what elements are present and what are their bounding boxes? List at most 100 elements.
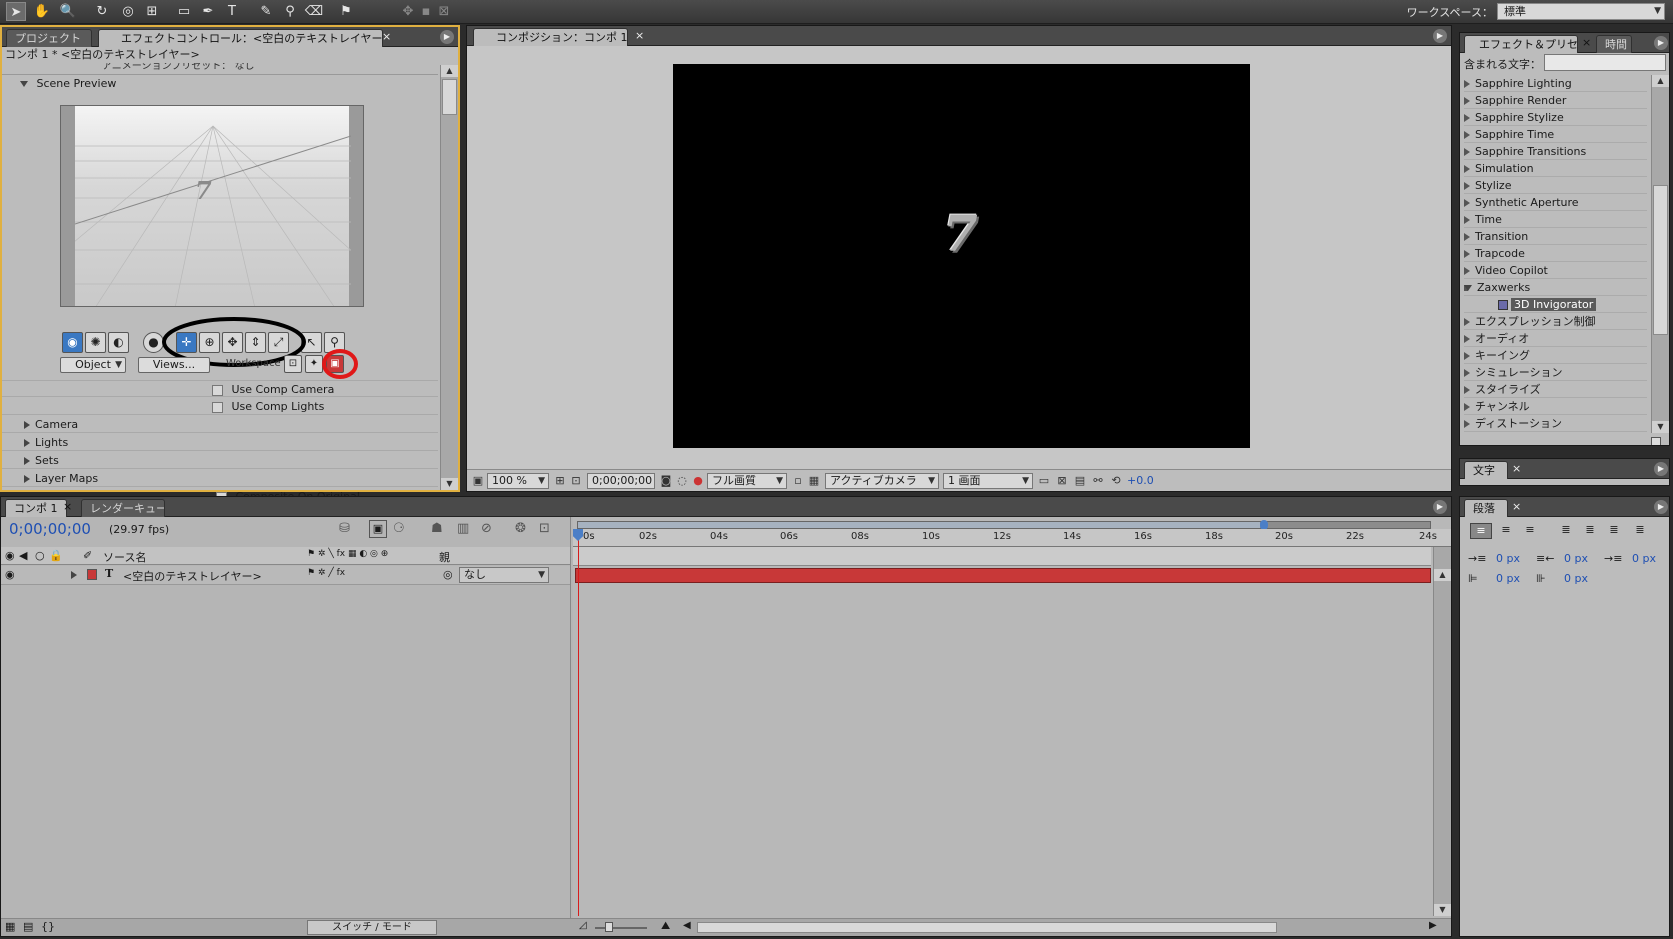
use-comp-camera-row[interactable]: Use Comp Camera — [2, 380, 438, 397]
zoom-slider-track[interactable] — [595, 922, 647, 932]
timeline-icon[interactable]: ▤ — [1073, 474, 1087, 488]
camera-mode-icon[interactable]: ◉ — [62, 332, 83, 353]
rectangle-tool-icon[interactable]: ▭ — [174, 2, 194, 21]
scroll-down-icon[interactable]: ▼ — [1434, 904, 1451, 916]
clone-stamp-icon[interactable]: ⚲ — [280, 2, 300, 21]
expand-triangle-icon[interactable] — [24, 421, 30, 429]
close-tab-icon[interactable]: × — [1582, 36, 1591, 49]
transparency-grid-icon[interactable]: ▦ — [807, 474, 821, 488]
exposure-value[interactable]: +0.0 — [1127, 474, 1154, 487]
selection-tool-icon[interactable]: ➤ — [6, 2, 26, 21]
reset-exposure-icon[interactable]: ⟲ — [1109, 474, 1123, 488]
brush-tool-icon[interactable]: ✎ — [256, 2, 276, 21]
collapse-triangle-icon[interactable] — [20, 81, 28, 87]
panel-menu-icon[interactable]: ▶ — [1433, 29, 1447, 43]
fx-folder-stylize-jp[interactable]: スタイライズ — [1464, 381, 1647, 398]
tab-render-queue[interactable]: レンダーキュー — [81, 499, 165, 517]
in-out-toggle-icon[interactable]: {} — [41, 920, 55, 933]
roi-icon[interactable]: ▫ — [791, 474, 805, 488]
scroll-right-icon[interactable]: ▶ — [1429, 920, 1437, 931]
close-tab-icon[interactable]: × — [1512, 500, 1521, 513]
comp-marker-row[interactable] — [573, 547, 1431, 566]
flowchart-icon[interactable]: ⚯ — [1091, 474, 1105, 488]
fx-folder-stylize[interactable]: Stylize — [1464, 177, 1647, 194]
panel-menu-icon[interactable]: ▶ — [1654, 462, 1668, 476]
show-snapshot-icon[interactable]: ◌ — [675, 474, 689, 488]
lock-toggle-icon[interactable]: 🔒 — [49, 549, 63, 562]
zoom-slider-thumb[interactable] — [605, 922, 613, 932]
fx-folder-channel[interactable]: チャンネル — [1464, 398, 1647, 415]
fx-folder-trapcode[interactable]: Trapcode — [1464, 245, 1647, 262]
fx-folder-sapphire-lighting[interactable]: Sapphire Lighting — [1464, 75, 1647, 92]
expand-triangle-icon[interactable] — [24, 457, 30, 465]
region-icon[interactable]: ⊡ — [569, 474, 583, 488]
quality-select[interactable]: フル画質 — [707, 473, 787, 489]
camera-select[interactable]: アクティブカメラ — [825, 473, 939, 489]
scene-preview-header[interactable]: Scene Preview — [20, 77, 116, 90]
layer-visibility-icon[interactable]: ◉ — [5, 568, 15, 581]
axis-mode-icon[interactable]: ✥ — [398, 2, 418, 21]
tab-character[interactable]: 文字 — [1464, 461, 1508, 479]
layer-switches-toggle-icon[interactable]: ▦ — [5, 920, 15, 933]
scroll-thumb[interactable] — [1653, 185, 1668, 335]
fast-previews-icon[interactable]: ⊠ — [1055, 474, 1069, 488]
work-area-bar[interactable] — [577, 520, 1431, 530]
current-time-display[interactable]: 0;00;00;00 — [587, 473, 655, 489]
fx-effect-3d-invigorator[interactable]: 3D Invigorator — [1464, 296, 1647, 313]
layer-row[interactable]: ◉ T <空白のテキストレイヤー> ⚑ ✲ ╱ fx ◎ なし — [1, 566, 570, 585]
scroll-thumb[interactable] — [442, 79, 457, 115]
layer-duration-bar[interactable] — [575, 568, 1431, 583]
pickwhip-icon[interactable]: ◎ — [443, 568, 453, 581]
views-select[interactable]: Views... — [138, 357, 210, 373]
audio-toggle-icon[interactable]: ◀ — [19, 549, 27, 562]
close-tab-icon[interactable]: × — [635, 29, 644, 42]
label-column-icon[interactable]: ✐ — [83, 549, 92, 562]
close-tab-icon[interactable]: × — [63, 500, 72, 513]
zoom-out-icon[interactable]: ◿ — [579, 920, 587, 931]
draft-3d-icon[interactable]: ⚆ — [393, 521, 405, 536]
tab-project[interactable]: プロジェクト — [6, 29, 92, 47]
close-tab-icon[interactable]: × — [1512, 462, 1521, 475]
panel-menu-icon[interactable]: ▶ — [1654, 500, 1668, 514]
resolution-icon[interactable]: ⊞ — [553, 474, 567, 488]
world-axis-icon[interactable]: ▪ — [416, 2, 436, 21]
current-time-indicator[interactable] — [578, 533, 579, 916]
fx-folder-sapphire-render[interactable]: Sapphire Render — [1464, 92, 1647, 109]
zoom-in-icon[interactable]: ⛰ — [661, 919, 670, 933]
justify-all-icon[interactable]: ≣ — [1630, 523, 1650, 539]
scroll-down-icon[interactable]: ▼ — [441, 478, 458, 490]
frame-blending-icon[interactable]: ▥ — [457, 521, 469, 536]
preset-value[interactable]: なし — [235, 63, 255, 72]
space-after-value[interactable]: 0 px — [1564, 572, 1588, 585]
align-left-icon[interactable]: ≡ — [1470, 523, 1492, 539]
zoom-select[interactable]: 100 % — [487, 473, 549, 489]
color-channels-icon[interactable]: ● — [691, 474, 705, 488]
fx-folder-simulation-jp[interactable]: シミュレーション — [1464, 364, 1647, 381]
live-update-icon[interactable]: ▣ — [369, 520, 387, 538]
timeline-timecode[interactable]: 0;00;00;00 — [9, 520, 91, 538]
video-toggle-icon[interactable]: ◉ — [5, 549, 15, 562]
justify-center-icon[interactable]: ≣ — [1580, 523, 1600, 539]
fx-folder-keying[interactable]: キーイング — [1464, 347, 1647, 364]
use-comp-camera-checkbox[interactable] — [212, 384, 223, 396]
tab-time[interactable]: 時間 — [1596, 35, 1632, 53]
scroll-up-icon[interactable]: ▲ — [441, 65, 458, 77]
align-center-icon[interactable]: ≡ — [1496, 523, 1516, 539]
parent-header[interactable]: 親 — [439, 549, 450, 565]
time-ruler[interactable]: 0s 02s 04s 06s 08s 10s 12s 14s 16s 18s 2… — [573, 529, 1451, 547]
fx-folder-time[interactable]: Time — [1464, 211, 1647, 228]
close-tab-icon[interactable]: × — [382, 30, 391, 43]
layer-label-color[interactable] — [87, 569, 97, 580]
group-sets[interactable]: Sets — [2, 452, 438, 469]
align-right-icon[interactable]: ≡ — [1520, 523, 1540, 539]
eraser-tool-icon[interactable]: ⌫ — [304, 2, 324, 21]
justify-left-icon[interactable]: ≣ — [1556, 523, 1576, 539]
fx-folder-sapphire-time[interactable]: Sapphire Time — [1464, 126, 1647, 143]
shy-layers-icon[interactable]: ☗ — [431, 521, 443, 536]
indent-right-value[interactable]: 0 px — [1564, 552, 1588, 565]
source-name-header[interactable]: ソース名 — [103, 549, 146, 565]
indent-left-value[interactable]: 0 px — [1496, 552, 1520, 565]
justify-right-icon[interactable]: ≣ — [1604, 523, 1624, 539]
snapshot-icon[interactable]: ◙ — [659, 474, 673, 488]
group-layer-maps[interactable]: Layer Maps — [2, 470, 438, 487]
